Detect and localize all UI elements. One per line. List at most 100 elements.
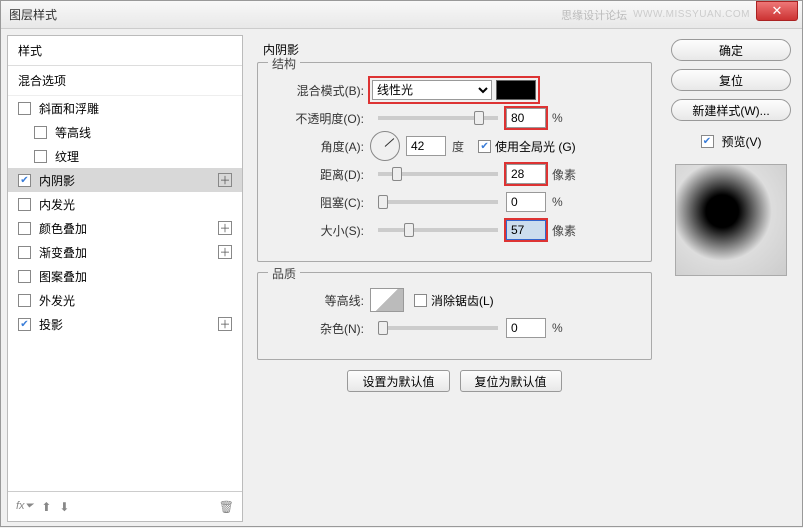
style-item-0[interactable]: 斜面和浮雕 xyxy=(8,96,242,120)
choke-unit: % xyxy=(552,195,563,209)
preview-label: 预览(V) xyxy=(722,133,762,150)
preview-checkbox[interactable] xyxy=(701,135,714,148)
angle-wheel[interactable] xyxy=(370,131,400,161)
noise-slider[interactable] xyxy=(378,326,498,330)
choke-input[interactable] xyxy=(506,192,546,212)
noise-input[interactable] xyxy=(506,318,546,338)
opacity-slider[interactable] xyxy=(378,116,498,120)
blend-mode-label: 混合模式(B): xyxy=(272,82,364,99)
style-label: 斜面和浮雕 xyxy=(39,100,232,117)
style-item-8[interactable]: 外发光 xyxy=(8,288,242,312)
style-label: 投影 xyxy=(39,316,218,333)
blend-mode-highlight: 线性光 xyxy=(370,78,538,102)
preview-checkbox-row: 预览(V) xyxy=(701,133,762,150)
style-checkbox[interactable] xyxy=(18,174,31,187)
style-checkbox[interactable] xyxy=(18,294,31,307)
size-unit: 像素 xyxy=(552,222,576,239)
style-checkbox[interactable] xyxy=(34,126,47,139)
watermark-text: 思缘设计论坛 xyxy=(561,7,627,23)
window-title: 图层样式 xyxy=(9,6,57,23)
choke-row: 阻塞(C): % xyxy=(272,191,637,213)
styles-header[interactable]: 样式 xyxy=(8,36,242,66)
blend-mode-row: 混合模式(B): 线性光 xyxy=(272,79,637,101)
angle-row: 角度(A): 度 使用全局光 (G) xyxy=(272,135,637,157)
structure-legend: 结构 xyxy=(268,55,300,72)
arrow-up-icon[interactable]: ⬆ xyxy=(41,500,51,514)
contour-row: 等高线: 消除锯齿(L) xyxy=(272,289,637,311)
style-checkbox[interactable] xyxy=(18,222,31,235)
quality-fieldset: 品质 等高线: 消除锯齿(L) 杂色(N): % xyxy=(257,272,652,360)
noise-row: 杂色(N): % xyxy=(272,317,637,339)
size-slider[interactable] xyxy=(378,228,498,232)
style-item-2[interactable]: 纹理 xyxy=(8,144,242,168)
main-area: 样式 混合选项 斜面和浮雕等高线纹理内阴影＋内发光颜色叠加＋渐变叠加＋图案叠加外… xyxy=(1,29,802,528)
style-label: 渐变叠加 xyxy=(39,244,218,261)
add-effect-icon[interactable]: ＋ xyxy=(218,245,232,259)
new-style-button[interactable]: 新建样式(W)... xyxy=(671,99,791,121)
opacity-unit: % xyxy=(552,111,563,125)
opacity-row: 不透明度(O): % xyxy=(272,107,637,129)
set-default-button[interactable]: 设置为默认值 xyxy=(347,370,449,392)
shadow-color-swatch[interactable] xyxy=(496,80,536,100)
contour-picker[interactable] xyxy=(370,288,404,312)
distance-row: 距离(D): 像素 xyxy=(272,163,637,185)
style-label: 图案叠加 xyxy=(39,268,232,285)
opacity-label: 不透明度(O): xyxy=(272,110,364,127)
noise-label: 杂色(N): xyxy=(272,320,364,337)
titlebar: 图层样式 思缘设计论坛 WWW.MISSYUAN.COM ✕ xyxy=(1,1,802,29)
distance-unit: 像素 xyxy=(552,166,576,183)
distance-label: 距离(D): xyxy=(272,166,364,183)
style-item-7[interactable]: 图案叠加 xyxy=(8,264,242,288)
global-light-checkbox[interactable] xyxy=(478,140,491,153)
style-label: 内发光 xyxy=(39,196,232,213)
style-checkbox[interactable] xyxy=(18,102,31,115)
style-list: 斜面和浮雕等高线纹理内阴影＋内发光颜色叠加＋渐变叠加＋图案叠加外发光投影＋ xyxy=(8,96,242,491)
close-button[interactable]: ✕ xyxy=(756,1,798,21)
distance-slider[interactable] xyxy=(378,172,498,176)
size-label: 大小(S): xyxy=(272,222,364,239)
add-effect-icon[interactable]: ＋ xyxy=(218,221,232,235)
preview-thumbnail xyxy=(675,164,787,276)
style-label: 颜色叠加 xyxy=(39,220,218,237)
styles-footer: fx⏷ ⬆ ⬇ 🗑 xyxy=(8,491,242,521)
style-item-3[interactable]: 内阴影＋ xyxy=(8,168,242,192)
style-checkbox[interactable] xyxy=(34,150,47,163)
quality-legend: 品质 xyxy=(268,265,300,282)
structure-fieldset: 结构 混合模式(B): 线性光 不透明度(O): % 角度(A): 度 xyxy=(257,62,652,262)
blend-mode-select[interactable]: 线性光 xyxy=(372,80,492,100)
style-checkbox[interactable] xyxy=(18,270,31,283)
add-effect-icon[interactable]: ＋ xyxy=(218,173,232,187)
size-input[interactable] xyxy=(506,220,546,240)
distance-input[interactable] xyxy=(506,164,546,184)
arrow-down-icon[interactable]: ⬇ xyxy=(59,500,69,514)
fx-icon[interactable]: fx⏷ xyxy=(16,500,33,513)
options-panel: 内阴影 结构 混合模式(B): 线性光 不透明度(O): % 角度(A): xyxy=(249,35,660,522)
style-checkbox[interactable] xyxy=(18,198,31,211)
angle-unit: 度 xyxy=(452,138,464,155)
trash-icon[interactable]: 🗑 xyxy=(219,500,234,514)
style-checkbox[interactable] xyxy=(18,318,31,331)
style-label: 外发光 xyxy=(39,292,232,309)
watermark-url: WWW.MISSYUAN.COM xyxy=(633,9,750,20)
choke-slider[interactable] xyxy=(378,200,498,204)
add-effect-icon[interactable]: ＋ xyxy=(218,317,232,331)
choke-label: 阻塞(C): xyxy=(272,194,364,211)
style-label: 等高线 xyxy=(55,124,232,141)
style-item-5[interactable]: 颜色叠加＋ xyxy=(8,216,242,240)
opacity-input[interactable] xyxy=(506,108,546,128)
angle-label: 角度(A): xyxy=(272,138,364,155)
style-label: 纹理 xyxy=(55,148,232,165)
style-item-6[interactable]: 渐变叠加＋ xyxy=(8,240,242,264)
ok-button[interactable]: 确定 xyxy=(671,39,791,61)
noise-unit: % xyxy=(552,321,563,335)
cancel-button[interactable]: 复位 xyxy=(671,69,791,91)
style-item-1[interactable]: 等高线 xyxy=(8,120,242,144)
style-checkbox[interactable] xyxy=(18,246,31,259)
style-item-9[interactable]: 投影＋ xyxy=(8,312,242,336)
action-panel: 确定 复位 新建样式(W)... 预览(V) xyxy=(666,35,796,522)
style-item-4[interactable]: 内发光 xyxy=(8,192,242,216)
antialias-checkbox[interactable] xyxy=(414,294,427,307)
reset-default-button[interactable]: 复位为默认值 xyxy=(460,370,562,392)
blend-options-header[interactable]: 混合选项 xyxy=(8,66,242,96)
angle-input[interactable] xyxy=(406,136,446,156)
